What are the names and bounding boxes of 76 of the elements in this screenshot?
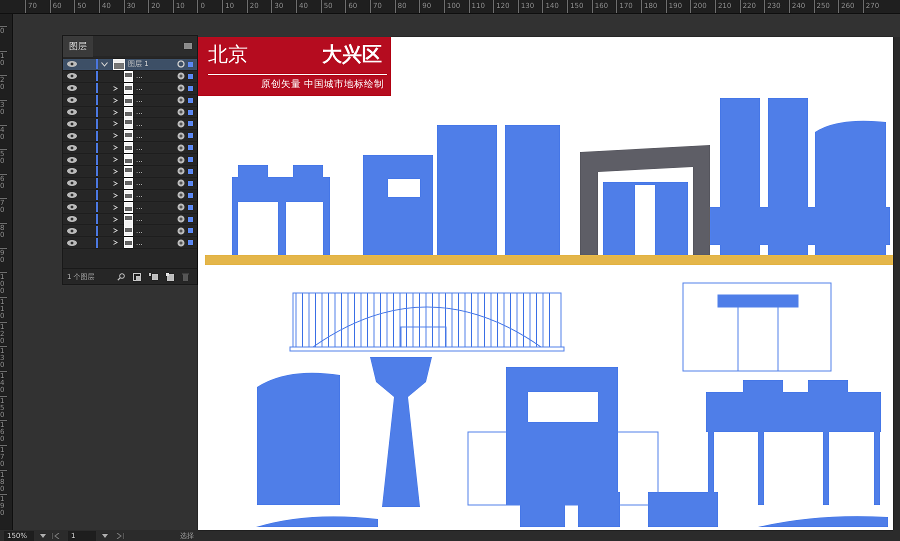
selection-square[interactable] [188,204,193,210]
eye-icon[interactable] [67,85,77,92]
thumbnail-icon [124,178,133,189]
selection-square[interactable] [188,74,193,79]
thumbnail-icon [124,94,133,106]
caret-icon[interactable] [40,534,46,538]
eye-icon[interactable] [67,97,77,104]
selection-square[interactable] [188,98,193,103]
thumbnail-icon [113,58,125,70]
eye-icon[interactable] [67,132,77,139]
thumbnail-icon [124,166,133,177]
caret-icon[interactable] [112,228,119,234]
caret-icon[interactable] [112,204,119,210]
eye-icon[interactable] [67,192,77,198]
layers-tab[interactable]: 图层 [63,36,93,56]
eye-icon[interactable] [67,180,77,186]
selection-square[interactable] [188,240,193,246]
selection-square[interactable] [188,110,193,114]
thumbnail-icon [124,202,133,213]
banner-subtitle: 原创矢量 中国城市地标绘制 [260,78,385,91]
eye-icon[interactable] [67,204,77,210]
caret-icon[interactable] [112,157,119,162]
caret-icon[interactable] [112,180,119,186]
eye-icon[interactable] [67,109,77,115]
thumbnail-icon [124,142,133,154]
eye-icon[interactable] [67,168,77,174]
eye-icon[interactable] [67,240,77,246]
selection-square[interactable] [188,180,193,186]
caret-icon[interactable] [112,121,119,126]
selection-square[interactable] [188,157,193,162]
thumbnail-icon [124,82,133,94]
selection-square[interactable] [188,62,193,67]
thumbnail-icon [124,190,133,201]
caret-icon[interactable] [112,110,119,114]
thumbnail-icon [124,214,133,225]
caret-icon[interactable] [112,86,119,91]
selection-square[interactable] [188,168,193,174]
caret-icon[interactable] [112,240,119,246]
thumbnail-icon [124,225,133,236]
eye-icon[interactable] [67,144,77,151]
selection-square[interactable] [188,145,193,150]
thumbnail-icon [124,130,133,142]
caret-icon[interactable] [112,192,119,198]
caret-icon[interactable] [101,62,108,67]
caret-icon[interactable] [112,98,119,103]
city-title: 北京 [208,41,248,68]
eye-icon[interactable] [67,61,77,68]
new-layer-icon[interactable] [166,272,174,280]
square-icon[interactable] [132,272,141,280]
thumbnail-icon [124,237,133,248]
selection-square[interactable] [188,216,193,222]
caret-icon[interactable] [102,534,108,538]
first-page-icon[interactable] [52,532,62,538]
caret-icon[interactable] [112,133,119,138]
search-icon[interactable] [116,272,125,280]
thumbnail-icon [124,118,133,130]
last-page-icon[interactable] [114,532,124,538]
caret-icon[interactable] [112,145,119,150]
caret-icon[interactable] [112,168,119,174]
eye-icon[interactable] [67,120,77,127]
eye-icon[interactable] [67,228,77,234]
caret-icon[interactable] [112,216,119,222]
scrollbar[interactable] [893,37,900,530]
selection-square[interactable] [188,192,193,198]
district-title: 大兴区 [322,41,382,68]
selection-square[interactable] [188,86,193,91]
eye-icon[interactable] [67,156,77,163]
eye-icon[interactable] [67,216,77,222]
thumbnail-icon [124,70,133,82]
sublayer-icon[interactable] [148,273,158,280]
thumbnail-icon [124,154,133,166]
selection-square[interactable] [188,121,193,126]
selection-square[interactable] [188,228,193,234]
selection-square[interactable] [188,133,193,138]
thumbnail-icon [124,106,133,118]
eye-icon[interactable] [67,73,77,80]
